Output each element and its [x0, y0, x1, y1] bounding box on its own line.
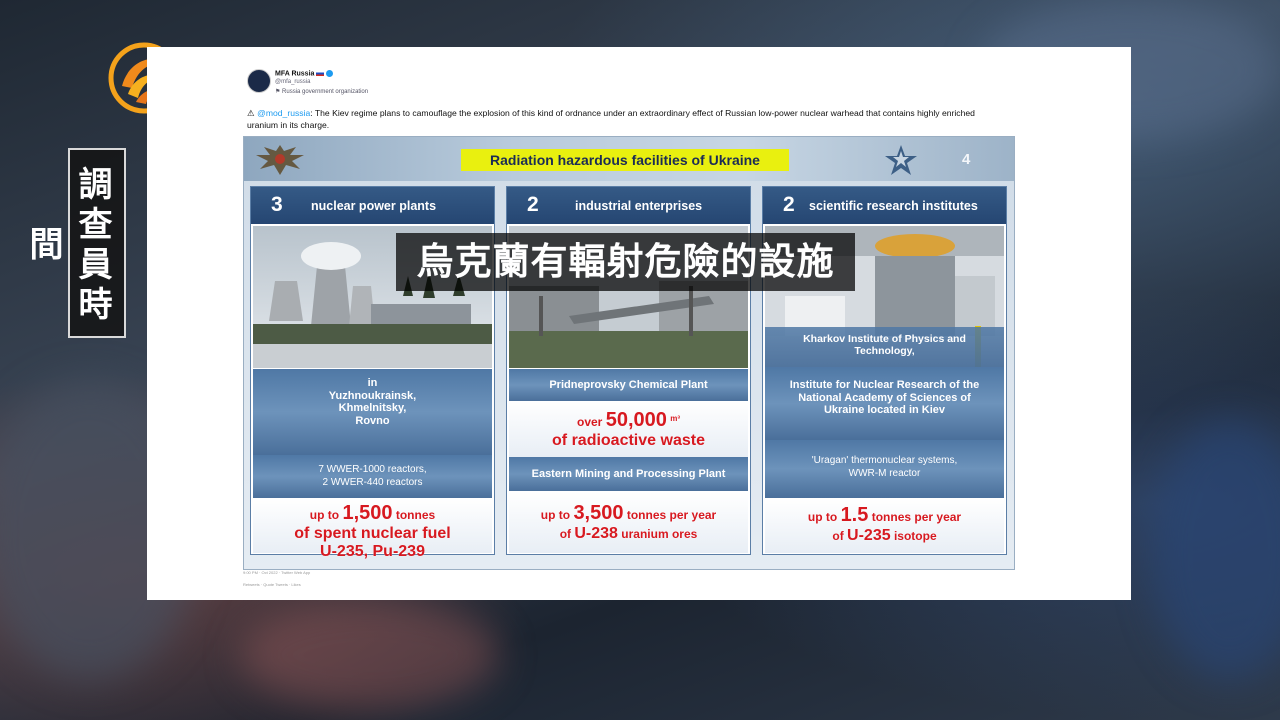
spent-fuel-amount: up to 1,500 tonnes — [253, 502, 492, 525]
institute-band: Kharkov Institute of Physics and Technol… — [765, 327, 1004, 367]
plant-name-band: Pridneprovsky Chemical Plant — [509, 369, 748, 401]
ore-desc: of U-238 uranium ores — [509, 525, 748, 543]
location-line: Khmelnitsky, — [338, 402, 407, 414]
amount-number: 1,500 — [342, 502, 393, 524]
amount-prefix: up to — [807, 510, 838, 524]
system-line: 'Uragan' thermonuclear systems, — [811, 455, 958, 466]
amount-prefix: up to — [540, 508, 571, 522]
waste-desc: of radioactive waste — [552, 432, 705, 449]
account-name-text[interactable]: MFA Russia — [275, 70, 314, 77]
reactors-band: 7 WWER-1000 reactors, 2 WWER-440 reactor… — [253, 455, 492, 498]
column-heading: nuclear power plants — [311, 199, 437, 213]
amount-number: 3,500 — [573, 502, 624, 524]
infographic-title: Radiation hazardous facilities of Ukrain… — [461, 149, 789, 171]
program-title: 調查員時間 — [23, 166, 112, 326]
ore-amount: up to 3,500 tonnes per year — [509, 502, 748, 525]
column-count: 2 — [527, 193, 539, 216]
desc-prefix: of — [832, 529, 844, 543]
subtitle-caption: 烏克蘭有輻射危險的設施 — [396, 233, 855, 291]
avatar[interactable] — [247, 69, 271, 93]
page-number: 4 — [962, 151, 971, 168]
column-header: 2 industrial enterprises — [507, 187, 750, 224]
account-name[interactable]: MFA Russia — [275, 70, 334, 77]
account-handle[interactable]: @mfa_russia — [275, 79, 310, 85]
isotopes: U-235, Pu-239 — [320, 543, 425, 560]
amount-prefix: over — [577, 415, 603, 429]
column-heading: scientific research institutes — [809, 199, 978, 213]
spent-fuel-box: up to 1,500 tonnes of spent nuclear fuel… — [253, 499, 492, 560]
isotope-box: up to 1.5 tonnes per year of U-235 isoto… — [765, 499, 1004, 553]
tweet-timestamp[interactable]: 9:00 PM · Oct 2022 · Twitter Web App — [243, 570, 310, 575]
star-emblem-icon — [885, 145, 917, 175]
column-heading: industrial enterprises — [575, 199, 703, 213]
desc-suffix: uranium ores — [621, 527, 698, 541]
waste-amount: over 50,000 m³ — [509, 409, 748, 432]
verified-badge-icon — [326, 70, 334, 77]
column-header: 2 scientific research institutes — [763, 187, 1006, 224]
amount-unit: m³ — [670, 414, 680, 423]
institute-line: National Academy of Sciences of — [798, 391, 971, 404]
waste-box: over 50,000 m³ of radioactive waste — [509, 401, 748, 457]
amount-number: 1.5 — [840, 504, 869, 526]
column-count: 2 — [783, 193, 795, 216]
institute-line: Kharkov Institute of Physics and — [803, 333, 966, 345]
amount-unit: tonnes — [395, 508, 436, 522]
program-title-box: 調查員時間 — [23, 148, 126, 338]
infographic: Radiation hazardous facilities of Ukrain… — [243, 136, 1015, 570]
tweet-card: MFA Russia @mfa_russia ⚑ Russia governme… — [147, 47, 1131, 600]
tweet-text: ⚠ @mod_russia: The Kiev regime plans to … — [247, 107, 1007, 131]
desc-suffix: isotope — [893, 529, 937, 543]
mention-link[interactable]: @mod_russia — [257, 108, 310, 118]
amount-unit: tonnes per year — [871, 510, 962, 524]
institute-band: Institute for Nuclear Research of the Na… — [765, 367, 1004, 440]
plant-name-band: Eastern Mining and Processing Plant — [509, 457, 748, 491]
institute-line: Technology, — [854, 345, 915, 357]
institute-line: Ukraine located in Kiev — [823, 404, 946, 416]
column-count: 3 — [271, 193, 283, 216]
locations-band: in Yuzhnoukrainsk, Khmelnitsky, Rovno — [253, 369, 492, 455]
isotope-desc: of U-235 isotope — [765, 527, 1004, 545]
russia-flag-icon — [316, 71, 325, 76]
spent-fuel-desc: of spent nuclear fuel — [294, 525, 451, 542]
org-label: ⚑ Russia government organization — [275, 89, 369, 95]
infographic-header: Radiation hazardous facilities of Ukrain… — [244, 137, 1014, 181]
system-line: WWR-M reactor — [848, 468, 921, 479]
isotope-name: U-235 — [847, 527, 891, 544]
amount-unit: tonnes per year — [626, 508, 717, 522]
location-line: in — [367, 377, 378, 389]
systems-band: 'Uragan' thermonuclear systems, WWR-M re… — [765, 440, 1004, 498]
isotope-name: U-238 — [574, 525, 618, 542]
eagle-emblem-icon — [256, 145, 304, 175]
isotope-amount: up to 1.5 tonnes per year — [765, 504, 1004, 527]
desc-prefix: of — [559, 527, 572, 541]
tweet-engagement[interactable]: Retweets · Quote Tweets · Likes — [243, 582, 301, 587]
reactor-line: 7 WWER-1000 reactors, — [318, 464, 427, 475]
amount-prefix: up to — [309, 508, 340, 522]
ore-box: up to 3,500 tonnes per year of U-238 ura… — [509, 492, 748, 553]
amount-number: 50,000 — [605, 409, 667, 431]
org-label-text: Russia government organization — [282, 89, 369, 95]
institute-line: Institute for Nuclear Research of the — [789, 379, 980, 391]
location-line: Yuzhnoukrainsk, — [328, 389, 417, 402]
tweet-body: : The Kiev regime plans to camouflage th… — [247, 108, 975, 130]
location-line: Rovno — [355, 414, 390, 427]
reactor-line: 2 WWER-440 reactors — [322, 477, 423, 488]
column-header: 3 nuclear power plants — [251, 187, 494, 224]
warning-icon: ⚠ — [247, 108, 255, 118]
